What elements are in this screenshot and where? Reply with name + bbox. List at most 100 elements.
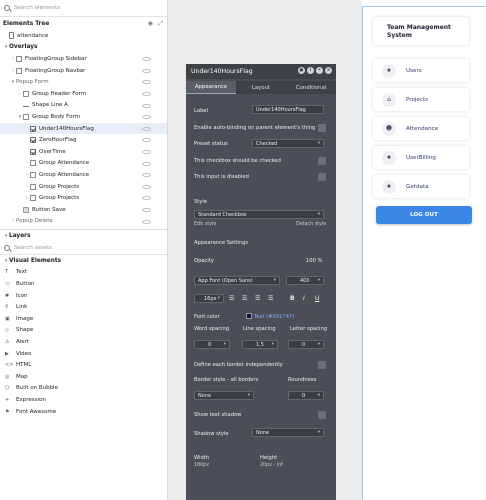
font-color-swatch[interactable]: [246, 313, 252, 319]
menu-item-userbilling[interactable]: ★ UserBilling: [373, 146, 469, 169]
tree-item[interactable]: ZeroHourFlag: [0, 134, 167, 146]
label-input[interactable]: Under140HoursFlag: [252, 105, 324, 114]
visual-element-item[interactable]: ⚲ Link: [0, 301, 167, 313]
visibility-icon[interactable]: [142, 173, 151, 178]
visual-element-item[interactable]: ▭ Button: [0, 278, 167, 290]
define-border-checkbox[interactable]: [318, 361, 326, 369]
visibility-icon[interactable]: [142, 91, 151, 96]
visibility-icon[interactable]: [142, 196, 151, 201]
font-size-select[interactable]: 16px ▾: [194, 294, 224, 303]
visibility-icon[interactable]: [142, 161, 151, 166]
align-right-icon[interactable]: ☰: [255, 295, 260, 302]
tree-item[interactable]: › FloatingGroup Sidebar: [0, 53, 167, 65]
text-shadow-checkbox[interactable]: [318, 411, 326, 419]
visibility-icon[interactable]: [142, 138, 151, 143]
visual-element-item[interactable]: ▶ Video: [0, 348, 167, 360]
roundness-label: Roundness: [288, 377, 317, 383]
font-color-value[interactable]: Text (#091747): [254, 314, 294, 320]
tab-appearance[interactable]: Appearance: [186, 81, 236, 94]
disabled-checkbox[interactable]: [318, 173, 326, 181]
visual-element-icon: ◎: [5, 373, 10, 380]
autobind-checkbox[interactable]: [318, 124, 326, 132]
preset-status-select[interactable]: Checked ▾: [252, 139, 324, 148]
align-center-icon[interactable]: ☰: [242, 295, 247, 302]
comment-icon[interactable]: •: [316, 67, 323, 74]
tree-item[interactable]: › Group Attendance: [0, 169, 167, 181]
visibility-icon[interactable]: [142, 184, 151, 189]
menu-item-getdata[interactable]: ★ Getdata: [373, 175, 469, 198]
tree-item[interactable]: › Group Attendance: [0, 158, 167, 170]
visual-element-item[interactable]: ▣ Image: [0, 313, 167, 325]
tree-item[interactable]: › FloatingGroup Navbar: [0, 65, 167, 77]
tree-item[interactable]: › Popup Delete: [0, 216, 167, 228]
edit-style-link[interactable]: Edit style: [194, 222, 216, 227]
info-icon[interactable]: i: [307, 67, 314, 74]
tree-item[interactable]: Button Save: [0, 204, 167, 216]
style-select[interactable]: Standard Checkbox ▾: [194, 210, 324, 219]
align-justify-icon[interactable]: ☰: [268, 295, 273, 302]
line-spacing-select[interactable]: 1.5 ▾: [242, 340, 278, 349]
visual-element-item[interactable]: ◇ Shape: [0, 325, 167, 337]
visual-element-item[interactable]: ◎ Map: [0, 371, 167, 383]
visual-element-item[interactable]: + Expression: [0, 394, 167, 406]
tree-item[interactable]: OverTime: [0, 146, 167, 158]
visibility-icon[interactable]: [142, 149, 151, 154]
tab-layout[interactable]: Layout: [236, 81, 286, 94]
word-spacing-select[interactable]: 0 ▾: [194, 340, 230, 349]
tree-item[interactable]: Under140HoursFlag: [0, 122, 167, 135]
close-icon[interactable]: ×: [325, 67, 332, 74]
visual-element-icon: ⚲: [5, 304, 9, 311]
tree-item[interactable]: attendance: [0, 30, 167, 42]
visibility-icon[interactable]: [142, 68, 151, 73]
align-left-icon[interactable]: ☰: [229, 295, 234, 302]
bold-icon[interactable]: B: [290, 295, 295, 302]
search-icon: [4, 5, 10, 11]
font-select[interactable]: App Font (Open Sans) ▾: [194, 276, 280, 285]
tree-item[interactable]: › Group Projects: [0, 192, 167, 204]
visual-element-icon: ▣: [5, 315, 10, 322]
visibility-icon[interactable]: [142, 103, 151, 108]
font-weight-select[interactable]: 400 ▾: [286, 276, 324, 285]
assets-search[interactable]: Search assets: [0, 241, 167, 256]
tree-item[interactable]: › Group Projects: [0, 181, 167, 193]
visibility-icon[interactable]: [142, 57, 151, 62]
letter-spacing-select[interactable]: 0 ▾: [288, 340, 324, 349]
element-type-icon: [23, 113, 29, 120]
visual-element-item[interactable]: T Text: [0, 267, 167, 279]
detach-style-link[interactable]: Detach style: [296, 222, 326, 227]
logout-button[interactable]: LOG OUT: [376, 206, 472, 224]
roundness-select[interactable]: 0 ▾: [288, 391, 324, 400]
visual-element-item[interactable]: ✱ Icon: [0, 290, 167, 302]
tab-conditional[interactable]: Conditional: [286, 81, 336, 94]
expand-icon[interactable]: ⤢: [158, 20, 163, 28]
visibility-icon[interactable]: [142, 126, 151, 131]
visual-element-item[interactable]: <> HTML: [0, 359, 167, 371]
eye-icon[interactable]: ◉: [148, 20, 153, 27]
tree-item[interactable]: Shape Line A: [0, 100, 167, 112]
tree-item[interactable]: ▾ Popup Form: [0, 76, 167, 88]
visibility-icon[interactable]: [142, 80, 151, 85]
height-label: Height: [260, 455, 278, 461]
element-search[interactable]: Search elements: [0, 0, 167, 17]
shadow-style-select[interactable]: None ▾: [252, 428, 324, 437]
opacity-value[interactable]: 100 %: [306, 258, 322, 264]
visibility-icon[interactable]: [142, 207, 151, 212]
menu-item-projects[interactable]: ⌂ Projects: [373, 88, 469, 111]
tree-item[interactable]: ▾ Overlays: [0, 42, 167, 54]
layers-header[interactable]: ▾ Layers: [0, 229, 167, 241]
visual-element-item[interactable]: ⬡ Built on Bubble: [0, 383, 167, 395]
italic-icon[interactable]: I: [303, 295, 305, 302]
visibility-icon[interactable]: [142, 115, 151, 120]
reveal-icon[interactable]: ●: [298, 67, 305, 74]
visual-element-item[interactable]: ⚑ Font Awesome: [0, 406, 167, 418]
underline-icon[interactable]: U: [315, 295, 319, 302]
visibility-icon[interactable]: [142, 219, 151, 224]
visual-element-item[interactable]: ⚠ Alert: [0, 336, 167, 348]
menu-item-attendance[interactable]: ☻ Attendance: [373, 117, 469, 140]
should-check-checkbox[interactable]: [318, 157, 326, 165]
tree-item[interactable]: ▾ Group Body Form: [0, 111, 167, 123]
visual-elements-header[interactable]: ▾ Visual Elements: [0, 255, 167, 267]
menu-item-users[interactable]: ★ Users: [373, 59, 469, 82]
border-style-select[interactable]: None ▾: [194, 391, 254, 400]
tree-item[interactable]: › Group Header Form: [0, 88, 167, 100]
